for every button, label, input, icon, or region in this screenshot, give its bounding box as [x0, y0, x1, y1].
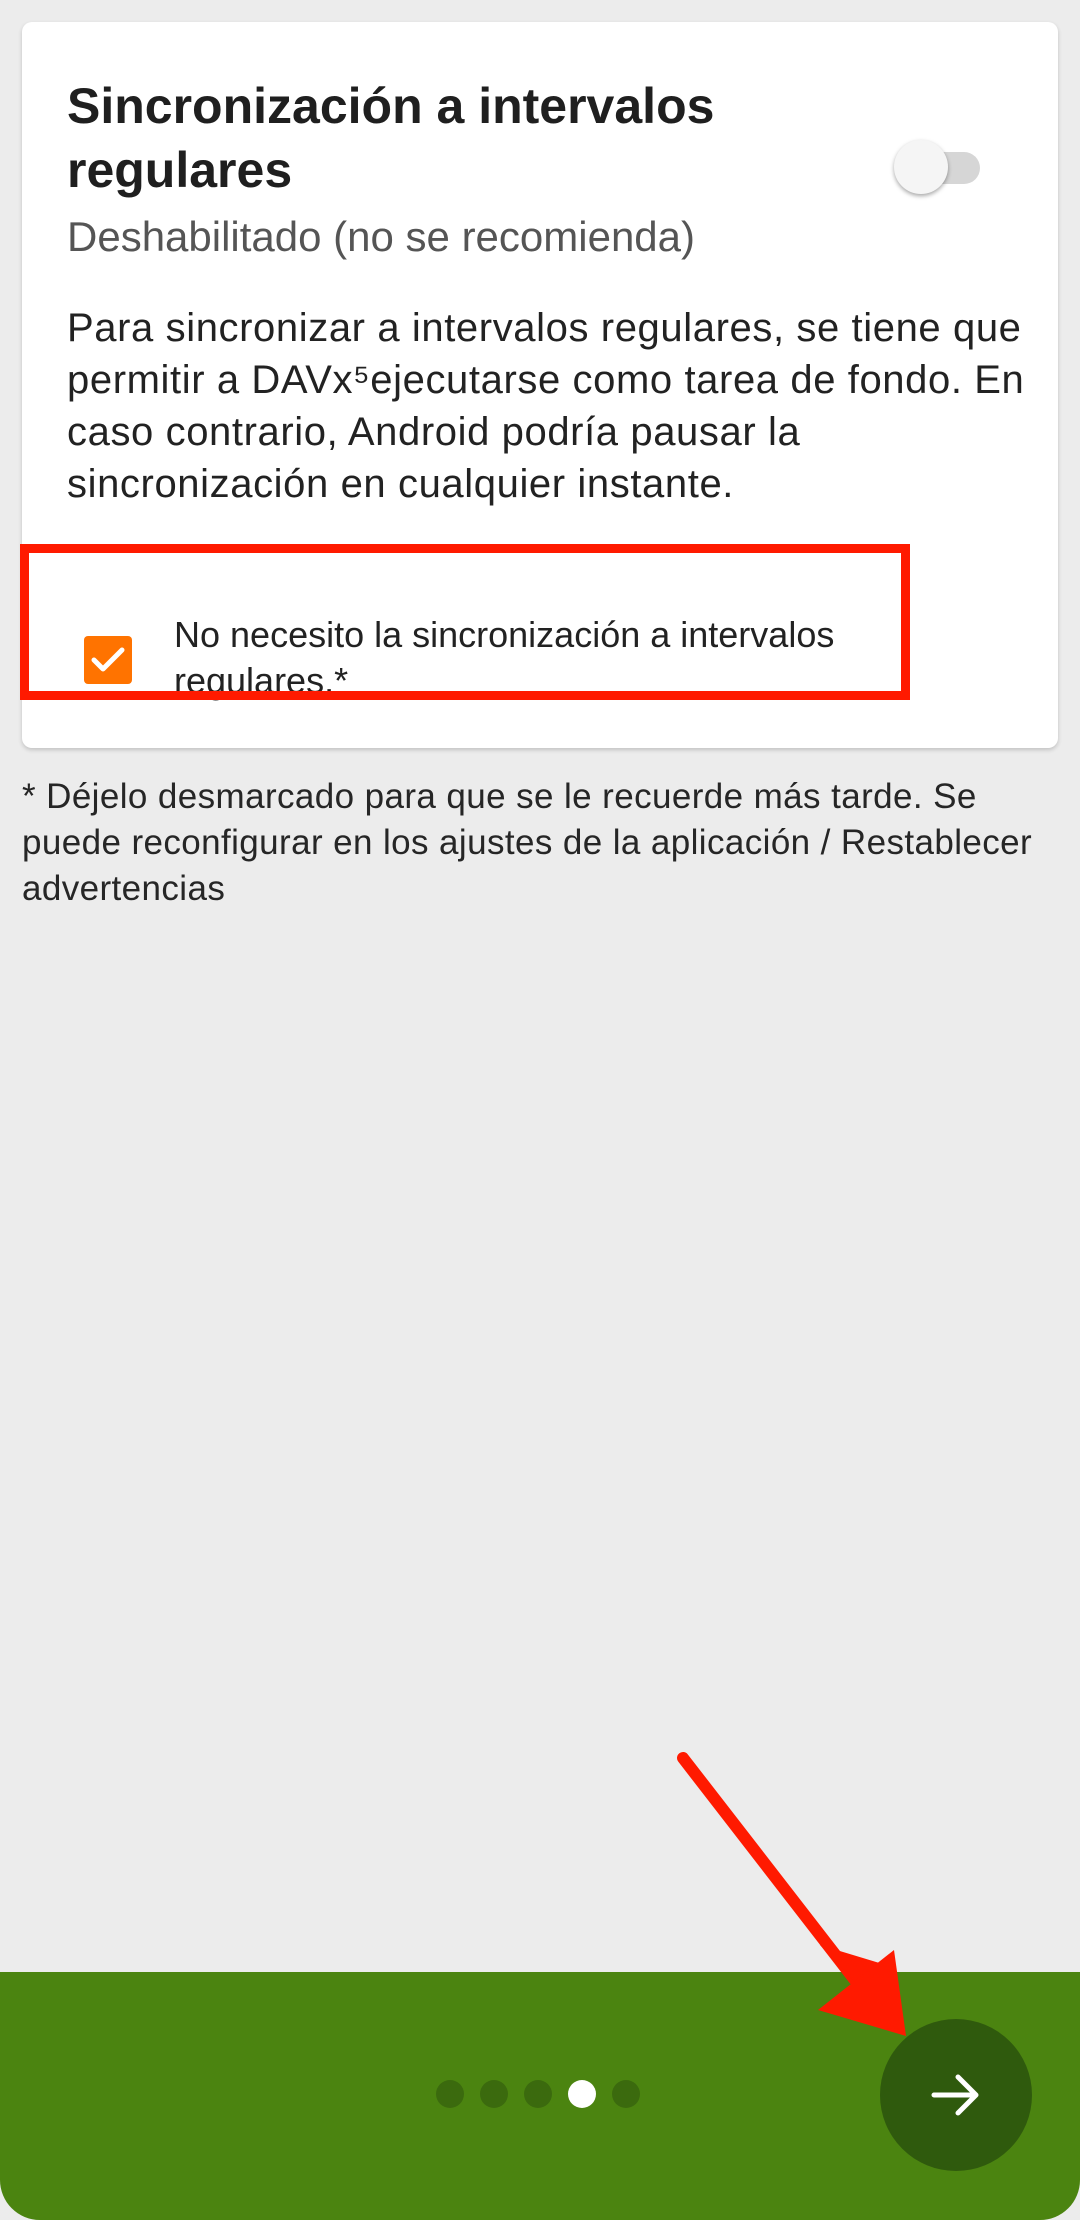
page-dot-1 [436, 2080, 464, 2108]
card-title: Sincronización a intervalos regulares [67, 78, 715, 198]
page-dot-4-active [568, 2080, 596, 2108]
page-dot-3 [524, 2080, 552, 2108]
footnote-text: * Déjelo desmarcado para que se le recue… [22, 777, 1033, 908]
card-subtitle: Deshabilitado (no se recomienda) [67, 213, 696, 260]
arrow-right-icon [931, 2074, 979, 2116]
page-dot-5 [612, 2080, 640, 2108]
next-button[interactable] [880, 2019, 1032, 2171]
periodic-sync-toggle[interactable] [894, 140, 988, 196]
page-dot-2 [480, 2080, 508, 2108]
card-description: Para sincronizar a intervalos regulares,… [67, 306, 1025, 506]
toggle-thumb [894, 140, 948, 194]
onboarding-screen: Sincronización a intervalos regulares De… [0, 0, 1080, 2220]
annotation-highlight-box [20, 544, 910, 700]
